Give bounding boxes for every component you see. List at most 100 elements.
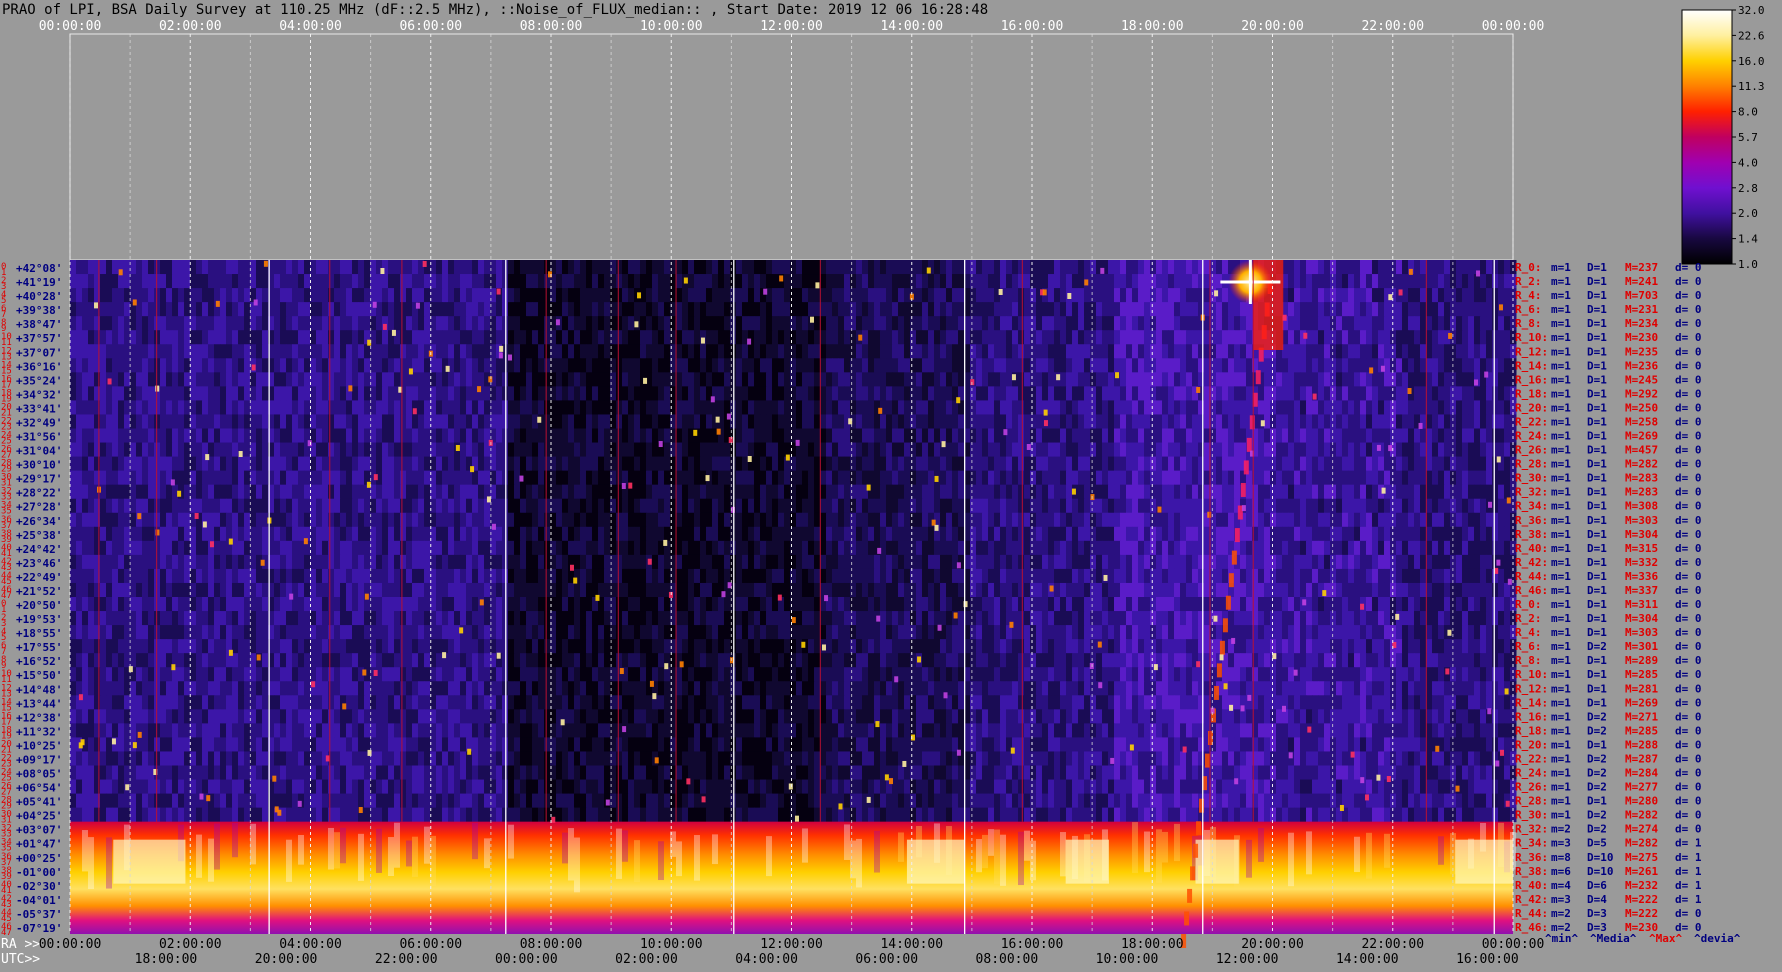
heatmap-cell [1438,386,1445,401]
heatmap-cell [976,513,983,528]
heatmap-cell [982,260,989,275]
heatmap-cell [1138,274,1145,289]
heatmap-cell [172,499,179,514]
heatmap-cell [1342,400,1349,415]
heatmap-cell [1144,316,1151,331]
heatmap-cell [1060,499,1067,514]
heatmap-cell [1372,414,1379,429]
heatmap-cell [1462,344,1469,359]
heatmap-cell [334,344,341,359]
heatmap-cell [328,499,335,514]
heatmap-cell [820,344,827,359]
heatmap-cell [1114,288,1121,303]
heatmap-cell [838,485,845,500]
heatmap-cell [562,372,569,387]
heatmap-cell [1264,513,1271,528]
heatmap-cell [1486,316,1493,331]
heatmap-cell [676,302,683,317]
heatmap-cell [1456,527,1463,542]
heatmap-cell [238,316,245,331]
heatmap-cell [688,400,695,415]
heatmap-cell [484,471,491,486]
heatmap-cell [154,541,161,556]
heatmap-cell [1396,372,1403,387]
heatmap-cell [988,513,995,528]
heatmap-cell [802,485,809,500]
heatmap-cell [1006,527,1013,542]
heatmap-cell [634,499,641,514]
heatmap-cell [496,330,503,345]
heatmap-cell [910,414,917,429]
heatmap-cell [1444,471,1451,486]
heatmap-cell [1444,260,1451,275]
heatmap-cell [1000,316,1007,331]
heatmap-cell [1000,274,1007,289]
heatmap-cell [202,414,209,429]
heatmap-cell [1090,443,1097,458]
heatmap-cell [634,513,641,528]
heatmap-cell [748,513,755,528]
heatmap-cell [1222,513,1229,528]
heatmap-cell [1144,358,1151,373]
heatmap-cell [556,414,563,429]
heatmap-cell [712,457,719,472]
heatmap-cell [976,316,983,331]
heatmap-cell [892,344,899,359]
heatmap-cell [244,443,251,458]
heatmap-cell [1120,302,1127,317]
heatmap-cell [1228,344,1235,359]
heatmap-cell [1384,274,1391,289]
heatmap-cell [1036,513,1043,528]
heatmap-cell [790,344,797,359]
heatmap-cell [694,485,701,500]
heatmap-cell [1240,386,1247,401]
heatmap-cell [664,457,671,472]
heatmap-cell [178,400,185,415]
heatmap-cell [1198,400,1205,415]
heatmap-cell [136,541,143,556]
heatmap-cell [976,288,983,303]
heatmap-cell [1006,499,1013,514]
heatmap-cell [760,527,767,542]
heatmap-cell [1066,429,1073,444]
heatmap-cell [1054,485,1061,500]
heatmap-cell [136,288,143,303]
heatmap-cell [838,302,845,317]
heatmap-cell [238,457,245,472]
heatmap-cell [664,429,671,444]
heatmap-cell [1294,499,1301,514]
heatmap-cell [124,471,131,486]
heatmap-cell [892,302,899,317]
heatmap-cell [358,344,365,359]
heatmap-cell [382,288,389,303]
heatmap-cell [982,344,989,359]
heatmap-cell [568,414,575,429]
heatmap-cell [460,400,467,415]
heatmap-cell [796,274,803,289]
heatmap-cell [832,260,839,275]
heatmap-cell [1342,414,1349,429]
heatmap-cell [1486,527,1493,542]
heatmap-cell [1348,457,1355,472]
heatmap-cell [1444,429,1451,444]
heatmap-cell [766,302,773,317]
heatmap-cell [1006,302,1013,317]
heatmap-cell [1096,372,1103,387]
heatmap-cell [1102,471,1109,486]
heatmap-cell [712,274,719,289]
plot-area [70,34,1517,948]
heatmap-cell [1036,400,1043,415]
heatmap-cell [1096,471,1103,486]
heatmap-cell [1132,358,1139,373]
heatmap-cell [334,414,341,429]
heatmap-cell [382,414,389,429]
heatmap-cell [520,344,527,359]
heatmap-cell [142,541,149,556]
heatmap-cell [1174,471,1181,486]
heatmap-cell [460,527,467,542]
heatmap-cell [412,288,419,303]
heatmap-cell [1330,513,1337,528]
heatmap-cell [1066,302,1073,317]
heatmap-cell [1420,330,1427,345]
heatmap-cell [256,513,263,528]
